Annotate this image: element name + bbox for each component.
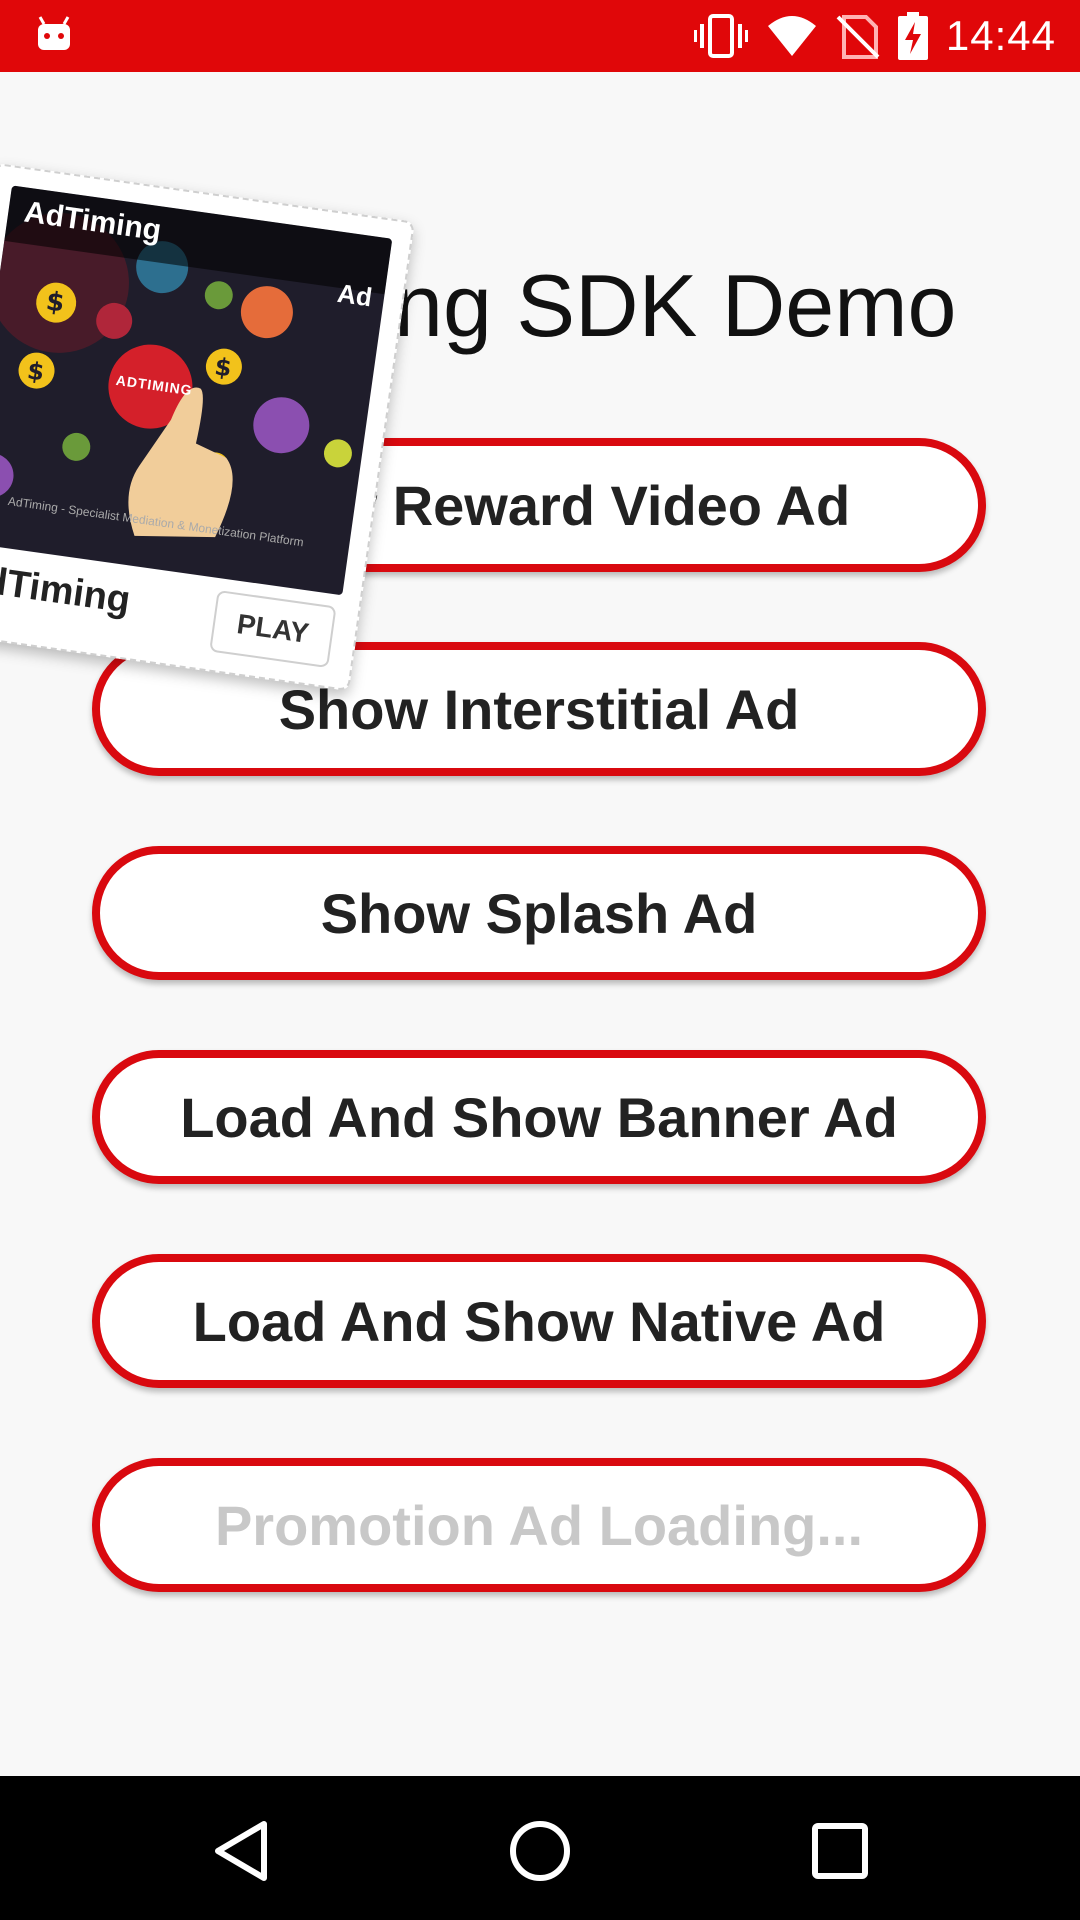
button-label: Load And Show Native Ad	[192, 1289, 886, 1353]
button-label: Promotion Ad Loading...	[214, 1493, 864, 1557]
status-bar: 14:44	[0, 0, 1080, 72]
ad-play-button[interactable]: PLAY	[209, 589, 337, 669]
recents-icon[interactable]	[805, 1816, 875, 1886]
show-splash-ad-button[interactable]: Show Splash Ad	[92, 846, 986, 980]
navigation-bar	[0, 1776, 1080, 1920]
promotion-ad-card[interactable]: $ $ $ $ AdTiming Ad ADTIMING AdTiming - …	[0, 162, 415, 692]
load-and-show-banner-ad-button[interactable]: Load And Show Banner Ad	[92, 1050, 986, 1184]
battery-charging-icon	[897, 12, 928, 60]
wifi-icon	[767, 16, 816, 56]
status-time: 14:44	[945, 12, 1056, 59]
ad-image[interactable]: $ $ $ $ AdTiming Ad ADTIMING AdTiming - …	[0, 185, 393, 596]
android-icon	[38, 16, 70, 50]
ad-badge: Ad	[335, 277, 375, 313]
promotion-ad-button[interactable]: Promotion Ad Loading...	[92, 1458, 986, 1592]
button-label: Load And Show Banner Ad	[180, 1085, 898, 1149]
button-label: Show Splash Ad	[320, 881, 758, 945]
back-icon[interactable]	[208, 1816, 278, 1886]
home-icon[interactable]	[505, 1816, 575, 1886]
no-sim-icon	[836, 15, 880, 59]
vibrate-icon	[693, 14, 748, 58]
load-and-show-native-ad-button[interactable]: Load And Show Native Ad	[92, 1254, 986, 1388]
ad-brand-bottom: AdTiming	[0, 555, 133, 622]
button-label: Show Interstitial Ad	[278, 677, 800, 741]
